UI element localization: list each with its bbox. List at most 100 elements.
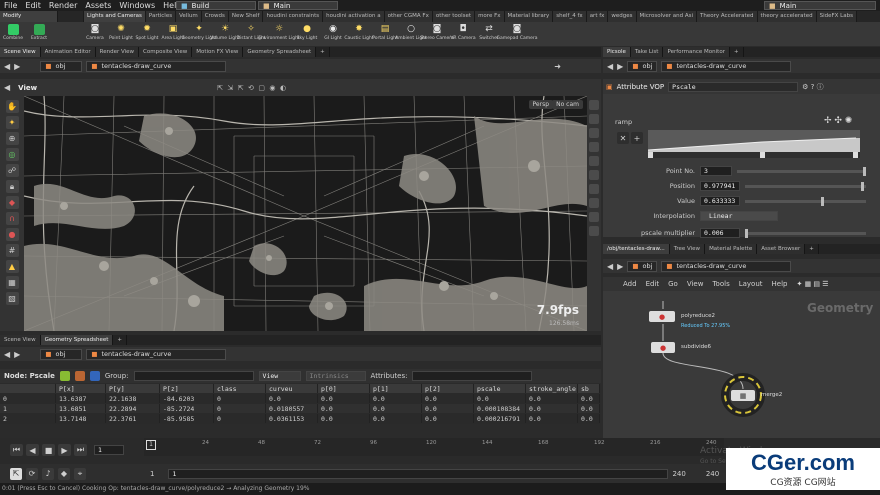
wireframe-icon[interactable] xyxy=(589,114,599,124)
magnet-icon[interactable]: ∩ xyxy=(5,212,19,225)
shelf-tab-other-toolset[interactable]: other toolset xyxy=(432,11,476,22)
menu-file[interactable]: File xyxy=(4,1,17,10)
ramp-keys-bar[interactable] xyxy=(648,152,860,158)
uv-icon[interactable] xyxy=(589,212,599,222)
realtime-toggle-icon[interactable]: ⇱ xyxy=(10,467,22,480)
table-row[interactable]: 1 13.6851 22.2894 -85.2724 0 0.0180557 0… xyxy=(0,404,600,414)
snap-grid-icon[interactable]: # xyxy=(5,244,19,257)
view-dropdown[interactable]: View xyxy=(258,371,301,381)
points-mode-icon[interactable] xyxy=(59,371,70,381)
pscale-multiplier-field[interactable]: 0.006 xyxy=(700,228,740,238)
record-icon[interactable]: ● xyxy=(5,228,19,241)
group-field[interactable] xyxy=(133,371,254,381)
display-options-icon[interactable] xyxy=(589,100,599,110)
col-p0[interactable]: p[0] xyxy=(318,384,370,393)
tab-composite-view[interactable]: Composite View xyxy=(139,47,193,57)
col-class[interactable]: class xyxy=(214,384,266,393)
node-name-field[interactable]: Pscale xyxy=(668,81,799,92)
shelf-tab-shelf4fx[interactable]: shelf_4 fx xyxy=(553,11,587,22)
shelf-tab-material-library[interactable]: Material library xyxy=(504,11,554,22)
tool-camera[interactable]: ◙ Camera xyxy=(82,22,108,41)
handle-tool-icon[interactable]: ⊕ xyxy=(5,132,19,145)
step-back-icon[interactable]: ◀ xyxy=(26,444,39,456)
slider-knob[interactable] xyxy=(821,196,825,206)
menu-windows[interactable]: Windows xyxy=(119,1,155,10)
persp-menu[interactable]: Persp xyxy=(528,100,553,109)
tool-gamepad-camera[interactable]: ◙ Gamepad Camera xyxy=(497,22,538,41)
col-p2[interactable]: p[2] xyxy=(422,384,474,393)
viewport-tools-icons[interactable]: ⇱ ⇲ ⇱ ⟲ ▢ ◉ ◐ xyxy=(217,84,286,92)
spreadsheet-path-root[interactable]: ■ obj xyxy=(40,348,83,360)
lock-icon[interactable]: 🔒︎ xyxy=(5,180,19,193)
back-arrow-icon-2[interactable]: ◀ xyxy=(4,350,10,359)
node-polyreduce2[interactable]: ● xyxy=(649,311,675,322)
position-slider[interactable] xyxy=(745,181,866,191)
point-no-slider[interactable] xyxy=(737,166,866,176)
primitives-mode-icon[interactable] xyxy=(89,371,100,381)
col-px[interactable]: P[x] xyxy=(56,384,106,393)
tool-portal-light[interactable]: ▤ Portal Light xyxy=(372,22,398,41)
network-editor[interactable]: ● polyreduce2 Reduced To 27.95% ● subdiv… xyxy=(603,291,880,438)
key-icon[interactable]: ◆ xyxy=(58,467,70,480)
jump-end-icon[interactable]: ⏭ xyxy=(74,444,87,456)
tab-animation-editor[interactable]: Animation Editor xyxy=(40,47,96,57)
background-icon[interactable]: ▧ xyxy=(5,292,19,305)
forward-arrow-icon-2[interactable]: ▶ xyxy=(14,350,20,359)
ramp-remove-icon[interactable]: ✕ xyxy=(617,132,629,144)
current-frame-field[interactable]: 1 xyxy=(94,445,124,455)
value-field[interactable]: 0.633333 xyxy=(700,196,740,206)
select-tool-icon[interactable]: ✋ xyxy=(5,100,19,113)
ramp-tool-icons[interactable]: ✢ ✣ ✺ xyxy=(824,116,852,126)
network-path-root[interactable]: ■ obj xyxy=(627,260,658,272)
tool-extract[interactable]: Extract xyxy=(26,22,52,41)
back-arrow-icon-3[interactable]: ◀ xyxy=(607,62,613,71)
time-slider[interactable]: 1 24 48 72 96 120 144 168 192 216 240 xyxy=(144,438,724,456)
network-menu-go[interactable]: Go xyxy=(668,280,678,288)
tab-add-button-4[interactable]: + xyxy=(805,244,819,254)
viewport-menu-icon[interactable]: ◀ xyxy=(4,83,10,92)
scope-icon[interactable]: ⌖ xyxy=(74,467,86,480)
tab-render-view[interactable]: Render View xyxy=(95,47,140,57)
loop-icon[interactable]: ⟳ xyxy=(26,467,38,480)
shelf-tab-crowds[interactable]: Crowds xyxy=(201,11,229,22)
tool-geometry-light[interactable]: ✦ Geometry Light xyxy=(181,22,216,41)
tab-parameters[interactable]: Picsole xyxy=(603,47,631,57)
range-end-field[interactable]: 240 xyxy=(706,470,719,478)
display-icon[interactable]: ▦ xyxy=(5,276,19,289)
ramp-key[interactable] xyxy=(760,152,765,158)
jump-start-icon[interactable]: ⏮ xyxy=(10,444,23,456)
points-icon[interactable] xyxy=(589,142,599,152)
point-no-field[interactable]: 3 xyxy=(700,166,732,176)
stop-icon[interactable]: ■ xyxy=(42,444,55,456)
col-curveu[interactable]: curveu xyxy=(266,384,318,393)
tab-take-list[interactable]: Take List xyxy=(630,47,664,57)
shelf-tab-lights-cameras[interactable]: Lights and Cameras xyxy=(84,11,146,22)
pscale-multiplier-slider[interactable] xyxy=(745,228,866,238)
shelf-tab-more-fx[interactable]: more Fx xyxy=(475,11,505,22)
table-row[interactable]: 0 13.6387 22.1638 -84.6203 0 0.0 0.0 0.0… xyxy=(0,394,600,404)
col-index[interactable] xyxy=(0,384,56,393)
network-menu-add[interactable]: Add xyxy=(623,280,637,288)
tool-environment-light[interactable]: ☼ Environment Light xyxy=(258,22,299,41)
interpolation-dropdown[interactable]: Linear xyxy=(700,211,778,221)
tab-add-button-3[interactable]: + xyxy=(729,47,744,57)
grid-icon[interactable] xyxy=(589,226,599,236)
tool-caustic-light[interactable]: ✸ Caustic Light xyxy=(344,22,373,41)
move-tool-icon[interactable]: ✦ xyxy=(5,116,19,129)
desktop-main-select[interactable]: ■ Main xyxy=(258,1,338,10)
slider-knob[interactable] xyxy=(745,228,748,238)
ptnum-icon[interactable] xyxy=(589,184,599,194)
range-start-field[interactable]: 1 xyxy=(168,468,669,479)
network-menu-tools[interactable]: Tools xyxy=(712,280,729,288)
network-menu-view[interactable]: View xyxy=(687,280,704,288)
col-p1[interactable]: p[1] xyxy=(370,384,422,393)
back-arrow-icon[interactable]: ◀ xyxy=(4,62,10,71)
shelf-tab-microsolver[interactable]: Microsolver and Asi xyxy=(636,11,698,22)
vertex-icon[interactable] xyxy=(589,198,599,208)
menu-render[interactable]: Render xyxy=(49,1,77,10)
tool-spot-light[interactable]: ✹ Spot Light xyxy=(134,22,160,41)
shelf-tab-wedges[interactable]: wedges xyxy=(608,11,637,22)
tool-volume-light[interactable]: ☀ Volume Light xyxy=(210,22,239,41)
col-pz[interactable]: P[z] xyxy=(160,384,214,393)
tab-motion-fx-view[interactable]: Motion FX View xyxy=(192,47,244,57)
